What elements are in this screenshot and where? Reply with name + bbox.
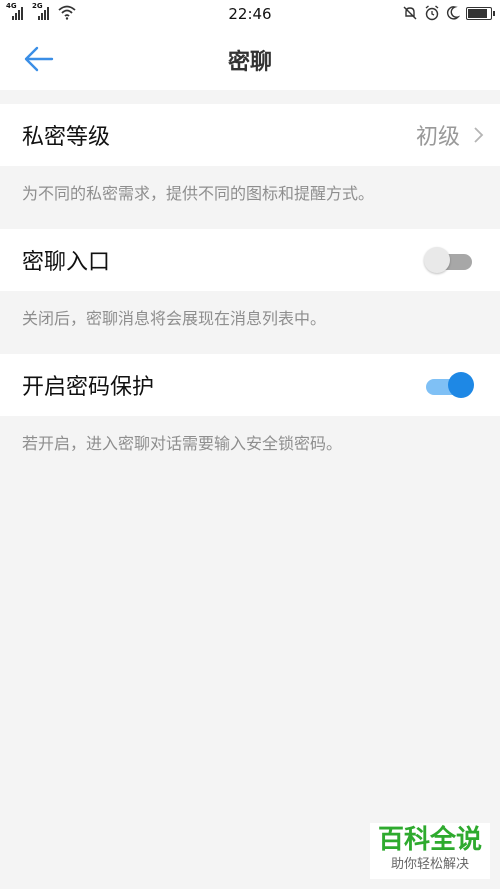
- watermark-logo: 百科全说 助你轻松解决: [370, 823, 490, 879]
- alarm-icon: [425, 5, 439, 21]
- toggle-knob: [424, 247, 450, 273]
- watermark-title: 百科全说: [377, 824, 482, 854]
- toggle-knob: [448, 372, 474, 398]
- watermark-subtitle: 助你轻松解决: [390, 856, 469, 871]
- status-bar: 4G 2G 22:46: [0, 0, 500, 28]
- chat-entrance-toggle[interactable]: [424, 246, 474, 274]
- chat-entrance-row: 密聊入口: [0, 229, 500, 291]
- password-protect-toggle[interactable]: [424, 371, 474, 399]
- battery-icon: [466, 6, 495, 20]
- privacy-level-value: 初级: [415, 125, 460, 150]
- chevron-right-icon: [474, 127, 484, 143]
- privacy-level-hint: 为不同的私密需求，提供不同的图标和提醒方式。: [22, 184, 375, 203]
- password-protect-hint: 若开启，进入密聊对话需要输入安全锁密码。: [22, 434, 343, 453]
- privacy-level-label: 私密等级: [22, 125, 111, 150]
- privacy-level-row[interactable]: 私密等级 初级: [0, 104, 500, 166]
- moon-icon: [447, 6, 460, 20]
- status-right: [402, 5, 495, 21]
- chat-entrance-hint: 关闭后，密聊消息将会展现在消息列表中。: [22, 309, 327, 328]
- page-title: 密聊: [227, 50, 272, 75]
- mute-bell-icon: [403, 6, 417, 20]
- password-protect-row: 开启密码保护: [0, 354, 500, 416]
- chat-entrance-label: 密聊入口: [22, 250, 111, 275]
- password-protect-label: 开启密码保护: [22, 375, 155, 400]
- app-header: 密聊: [0, 28, 500, 90]
